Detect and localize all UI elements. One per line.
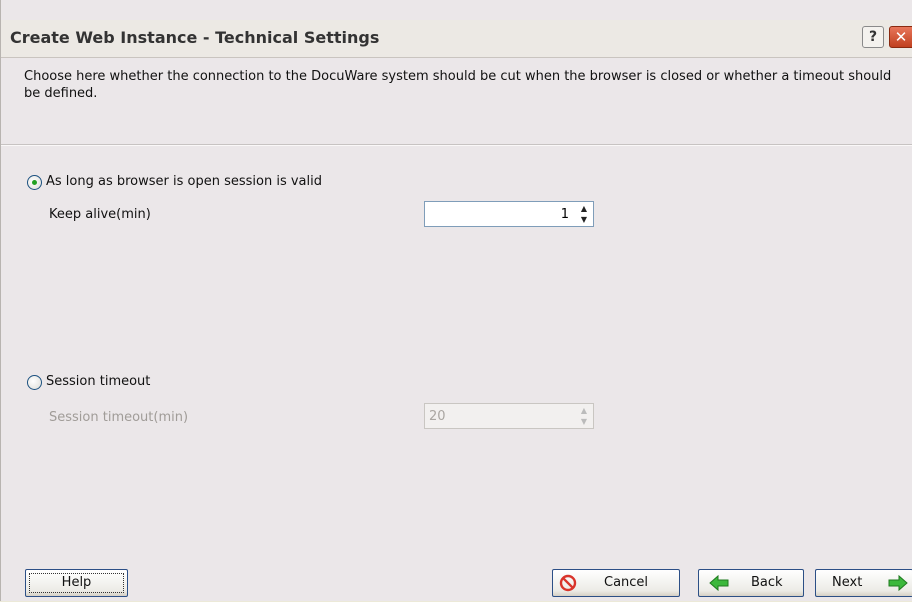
keep-alive-label: Keep alive(min) [49,207,151,222]
session-timeout-spin-buttons: ▲ ▼ [576,405,592,427]
close-icon[interactable]: ✕ [889,26,912,48]
title-bar: Create Web Instance - Technical Settings [1,20,912,58]
spin-up-icon[interactable]: ▲ [576,203,592,214]
description-text: Choose here whether the connection to th… [24,69,892,101]
cancel-button[interactable]: Cancel [552,569,680,597]
cancel-button-label: Cancel [604,575,649,590]
spin-up-icon[interactable]: ▲ [576,405,592,416]
session-timeout-value[interactable]: 20 [429,409,446,424]
separator [1,144,912,145]
session-timeout-radio[interactable] [27,375,42,390]
back-button[interactable]: Back [698,569,804,597]
no-entry-icon [559,574,577,602]
focus-rectangle [29,573,124,593]
keep-alive-spin-buttons: ▲ ▼ [576,203,592,225]
session-timeout-stepper[interactable]: 20 ▲ ▼ [424,403,594,429]
help-icon[interactable]: ? [862,26,884,48]
help-button[interactable]: Help [25,569,128,597]
radio-selected-dot [32,180,37,185]
keep-alive-value[interactable]: 1 [561,207,569,222]
back-button-label: Back [751,575,783,590]
next-button-label: Next [832,575,863,590]
spin-down-icon[interactable]: ▼ [576,416,592,427]
window-title: Create Web Instance - Technical Settings [10,28,380,47]
green-arrow-left-icon [709,574,729,602]
spin-down-icon[interactable]: ▼ [576,214,592,225]
browser-session-label[interactable]: As long as browser is open session is va… [46,174,322,189]
session-timeout-label[interactable]: Session timeout [46,374,150,389]
session-timeout-min-label: Session timeout(min) [49,410,189,425]
keep-alive-stepper[interactable]: 1 ▲ ▼ [424,201,594,227]
browser-session-radio[interactable] [27,175,42,190]
green-arrow-right-icon [888,574,908,602]
next-button[interactable]: Next [815,569,912,597]
dialog-window: Create Web Instance - Technical Settings… [0,0,912,601]
